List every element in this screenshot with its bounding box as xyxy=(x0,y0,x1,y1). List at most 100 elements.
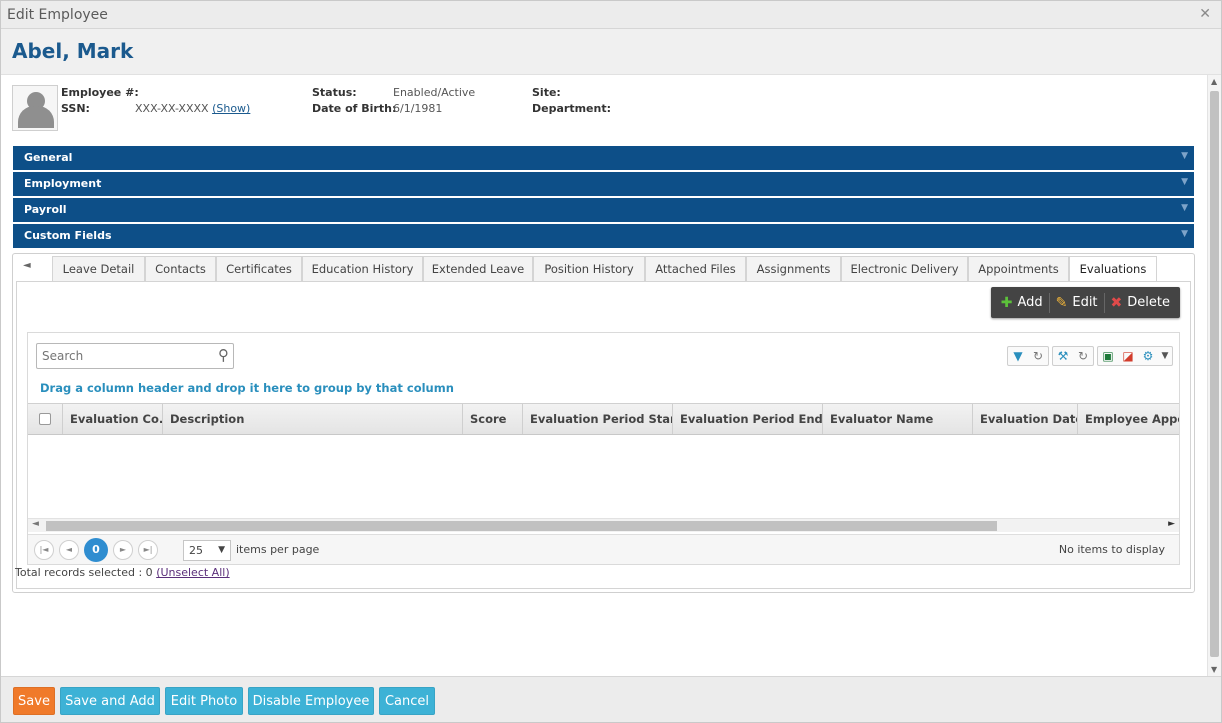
scroll-left-icon[interactable]: ◄ xyxy=(32,519,39,529)
scroll-right-icon[interactable]: ► xyxy=(1168,519,1175,529)
tab-attached-files[interactable]: Attached Files xyxy=(645,256,746,281)
column-header-sorted[interactable]: Evaluation Period Start ▲ xyxy=(523,404,673,434)
excel-icon[interactable]: ▣ xyxy=(1098,347,1118,365)
plus-icon: ✚ xyxy=(1000,294,1013,311)
ssn-show-link[interactable]: (Show) xyxy=(212,102,250,115)
disable-employee-button[interactable]: Disable Employee xyxy=(248,687,374,715)
chevron-down-icon: ▼ xyxy=(1181,229,1188,239)
tab-leave-detail[interactable]: Leave Detail xyxy=(52,256,145,281)
section-label: Custom Fields xyxy=(24,229,112,242)
column-header[interactable]: Evaluation Period End xyxy=(673,404,823,434)
column-header[interactable]: Description xyxy=(163,404,463,434)
tab-education-history[interactable]: Education History xyxy=(302,256,423,281)
ssn-value: XXX-XX-XXXX xyxy=(135,102,209,115)
add-button[interactable]: ✚ Add xyxy=(997,295,1047,311)
search-input[interactable] xyxy=(42,348,207,364)
edit-photo-button[interactable]: Edit Photo xyxy=(165,687,243,715)
toolbar-divider xyxy=(1048,292,1050,313)
employee-photo xyxy=(12,85,58,131)
dialog-footer: Save Save and Add Edit Photo Disable Emp… xyxy=(1,676,1221,722)
ssn-value-wrap: XXX-XX-XXXX (Show) xyxy=(135,102,250,115)
save-button[interactable]: Save xyxy=(13,687,55,715)
tab-contacts[interactable]: Contacts xyxy=(145,256,216,281)
scroll-up-icon[interactable]: ▲ xyxy=(1211,77,1217,86)
tab-extended-leave[interactable]: Extended Leave xyxy=(423,256,533,281)
tab-assignments[interactable]: Assignments xyxy=(746,256,841,281)
edit-button[interactable]: ✎ Edit xyxy=(1052,295,1102,311)
edit-label: Edit xyxy=(1072,295,1098,310)
items-per-page-label: items per page xyxy=(236,543,320,556)
last-page-icon[interactable]: ►| xyxy=(138,540,158,560)
evaluations-grid: ⚲ ▼ ↻ ⚒ ↻ ▣ ◪ xyxy=(27,332,1180,565)
next-page-icon[interactable]: ► xyxy=(113,540,133,560)
column-header[interactable]: Evaluator Name xyxy=(823,404,973,434)
page-size-value: 25 xyxy=(189,544,203,557)
column-settings-group: ⚒ ↻ xyxy=(1052,346,1094,366)
tab-electronic-delivery[interactable]: Electronic Delivery xyxy=(841,256,968,281)
group-by-hint: Drag a column header and drop it here to… xyxy=(40,381,454,395)
chevron-down-icon[interactable]: ▼ xyxy=(1158,347,1172,365)
title-bar: Edit Employee ✕ xyxy=(1,1,1221,29)
column-header[interactable]: Evaluation Co... xyxy=(63,404,163,434)
selection-summary: Total records selected : 0 (Unselect All… xyxy=(15,566,230,579)
refresh-icon[interactable]: ↻ xyxy=(1073,347,1093,365)
wrench-icon[interactable]: ⚒ xyxy=(1053,347,1073,365)
select-all-checkbox[interactable] xyxy=(39,413,51,425)
search-icon[interactable]: ⚲ xyxy=(218,346,229,364)
save-and-add-button[interactable]: Save and Add xyxy=(60,687,160,715)
toolbar-divider xyxy=(1103,292,1105,313)
section-label: Payroll xyxy=(24,203,67,216)
total-selected-label: Total records selected : 0 xyxy=(15,566,153,579)
first-page-icon[interactable]: |◄ xyxy=(34,540,54,560)
tab-appointments[interactable]: Appointments xyxy=(968,256,1069,281)
scrollbar-thumb[interactable] xyxy=(1210,91,1219,657)
status-label: Status: xyxy=(312,86,357,99)
column-header[interactable]: Score xyxy=(463,404,523,434)
section-label: General xyxy=(24,151,73,164)
chevron-down-icon: ▼ xyxy=(218,545,225,555)
column-header[interactable]: Evaluation Date xyxy=(973,404,1078,434)
cancel-button[interactable]: Cancel xyxy=(379,687,435,715)
unselect-all-link[interactable]: (Unselect All) xyxy=(156,566,229,579)
tab-certificates[interactable]: Certificates xyxy=(216,256,302,281)
dob-label-wrap: Date of Birth: xyxy=(312,102,396,115)
close-icon[interactable]: ✕ xyxy=(1199,6,1211,22)
tab-position-history[interactable]: Position History xyxy=(533,256,645,281)
horizontal-scrollbar[interactable]: ◄ ► xyxy=(28,518,1179,532)
grid-search: ⚲ xyxy=(36,343,234,369)
section-payroll[interactable]: Payroll ▼ xyxy=(13,198,1194,222)
scrollbar-thumb[interactable] xyxy=(46,521,997,531)
vertical-scrollbar[interactable]: ▲ ▼ xyxy=(1207,75,1221,676)
current-page[interactable]: 0 xyxy=(84,538,108,562)
delete-x-icon: ✖ xyxy=(1110,294,1123,311)
tab-container: ◄ Leave Detail Contacts Certificates Edu… xyxy=(12,253,1195,593)
section-custom-fields[interactable]: Custom Fields ▼ xyxy=(13,224,1194,248)
scroll-down-icon[interactable]: ▼ xyxy=(1211,665,1217,674)
grid-header: Evaluation Co... Description Score Evalu… xyxy=(28,403,1179,435)
employee-number-label: Employee #: xyxy=(61,86,139,99)
select-all-column xyxy=(28,404,63,434)
page-size-select[interactable]: 25 ▼ xyxy=(183,540,231,561)
chevron-down-icon: ▼ xyxy=(1181,177,1188,187)
tab-evaluations[interactable]: Evaluations xyxy=(1069,256,1157,283)
dob-value-wrap: 6/1/1981 xyxy=(393,102,442,115)
status-value: Enabled/Active xyxy=(393,86,476,99)
section-general[interactable]: General ▼ xyxy=(13,146,1194,170)
employee-name-bar: Abel, Mark xyxy=(1,29,1221,75)
section-employment[interactable]: Employment ▼ xyxy=(13,172,1194,196)
chevron-down-icon: ▼ xyxy=(1181,203,1188,213)
column-header[interactable]: Employee Appoi xyxy=(1078,404,1179,434)
tab-scroll-left-icon[interactable]: ◄ xyxy=(23,260,31,271)
edit-employee-window: Edit Employee ✕ Abel, Mark Employee #: S… xyxy=(0,0,1222,723)
dialog-content: Employee #: SSN: XXX-XX-XXXX (Show) Stat… xyxy=(1,75,1207,676)
delete-button[interactable]: ✖ Delete xyxy=(1107,295,1174,311)
prev-page-icon[interactable]: ◄ xyxy=(59,540,79,560)
pencil-icon: ✎ xyxy=(1055,294,1068,311)
filter-icon[interactable]: ▼ xyxy=(1008,347,1028,365)
pdf-icon[interactable]: ◪ xyxy=(1118,347,1138,365)
refresh-icon[interactable]: ↻ xyxy=(1028,347,1048,365)
chevron-down-icon: ▼ xyxy=(1181,151,1188,161)
export-group: ▣ ◪ ⚙ ▼ xyxy=(1097,346,1173,366)
gear-icon[interactable]: ⚙ xyxy=(1138,347,1158,365)
action-toolbar: ✚ Add ✎ Edit ✖ Delete xyxy=(990,287,1180,318)
